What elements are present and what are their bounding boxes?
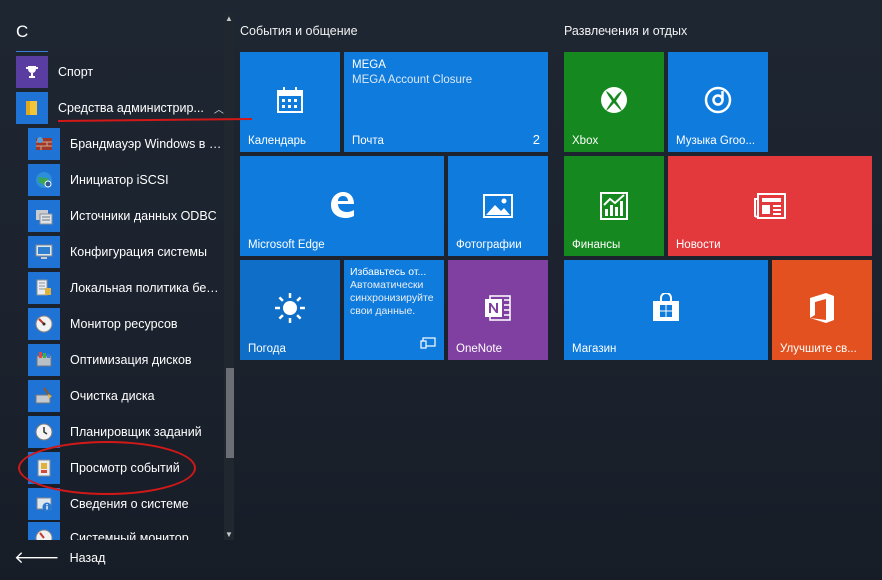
app-label: Очистка диска bbox=[70, 389, 155, 403]
letter-underline bbox=[16, 51, 48, 52]
tile-label: Финансы bbox=[572, 239, 621, 251]
group-title-social[interactable]: События и общение bbox=[240, 24, 358, 38]
firewall-icon bbox=[28, 128, 60, 160]
list-scrollbar[interactable] bbox=[224, 14, 234, 540]
tile-mail[interactable]: MEGA MEGA Account Closure Почта 2 bbox=[344, 52, 548, 152]
onenote-icon bbox=[448, 288, 548, 328]
scrollbar-thumb[interactable] bbox=[226, 368, 234, 458]
tile-store[interactable]: Магазин bbox=[564, 260, 768, 360]
mail-subject: MEGA Account Closure bbox=[352, 74, 473, 86]
trophy-icon bbox=[16, 56, 48, 88]
tile-label: Магазин bbox=[572, 343, 617, 355]
tile-label: Музыка Groo... bbox=[676, 135, 756, 147]
back-button[interactable]: 🡐 Назад bbox=[14, 548, 105, 568]
sun-icon bbox=[240, 288, 340, 328]
photos-icon bbox=[448, 186, 548, 226]
mail-sender: MEGA bbox=[352, 59, 386, 71]
tile-label: Microsoft Edge bbox=[248, 239, 325, 251]
app-label: Монитор ресурсов bbox=[70, 317, 178, 331]
store-bag-icon bbox=[564, 288, 768, 328]
scroll-up-icon[interactable]: ▲ bbox=[224, 14, 234, 23]
edge-icon bbox=[240, 184, 444, 224]
app-disk-optimize[interactable]: Оптимизация дисков bbox=[28, 342, 224, 378]
disk-optimize-icon bbox=[28, 344, 60, 376]
tile-calendar[interactable]: Календарь bbox=[240, 52, 340, 152]
back-label: Назад bbox=[69, 551, 106, 565]
tile-sync-notification[interactable]: Избавьтесь от... Автоматически синхрониз… bbox=[344, 260, 444, 360]
tile-label: Почта bbox=[352, 135, 384, 147]
tile-groove-music[interactable]: Музыка Groo... bbox=[668, 52, 768, 152]
arrow-left-icon: 🡐 bbox=[14, 548, 60, 567]
tile-onenote[interactable]: OneNote bbox=[448, 260, 548, 360]
tile-label: Xbox bbox=[572, 135, 599, 147]
app-performance-monitor[interactable]: Системный монитор bbox=[28, 522, 224, 540]
app-label: Системный монитор bbox=[70, 531, 189, 540]
tile-get-office[interactable]: Улучшите св... bbox=[772, 260, 872, 360]
gauge-icon bbox=[28, 308, 60, 340]
app-label: Брандмауэр Windows в ре... bbox=[70, 137, 222, 151]
groove-music-icon bbox=[668, 80, 768, 120]
app-odbc[interactable]: Источники данных ODBC bbox=[28, 198, 224, 234]
tile-xbox[interactable]: Xbox bbox=[564, 52, 664, 152]
newspaper-icon bbox=[668, 186, 872, 226]
tile-label: Новости bbox=[676, 239, 721, 251]
xbox-icon bbox=[564, 80, 664, 120]
info-icon bbox=[28, 488, 60, 520]
monitor-icon bbox=[28, 236, 60, 268]
tile-edge[interactable]: Microsoft Edge bbox=[240, 156, 444, 256]
app-msconfig[interactable]: Конфигурация системы bbox=[28, 234, 224, 270]
app-windows-firewall[interactable]: Брандмауэр Windows в ре... bbox=[28, 126, 224, 162]
app-label: Средства администрир... bbox=[58, 101, 204, 115]
folder-icon bbox=[16, 92, 48, 124]
tile-label: Календарь bbox=[248, 135, 307, 147]
app-iscsi[interactable]: Инициатор iSCSI bbox=[28, 162, 224, 198]
sync-body: Автоматически синхронизируйте свои данны… bbox=[350, 279, 434, 317]
app-sport[interactable]: Спорт bbox=[16, 54, 93, 90]
tile-label: Погода bbox=[248, 343, 286, 355]
app-label: Оптимизация дисков bbox=[70, 353, 192, 367]
tile-news[interactable]: Новости bbox=[668, 156, 872, 256]
sync-text: Избавьтесь от... Автоматически синхрониз… bbox=[350, 266, 442, 318]
office-icon bbox=[772, 288, 872, 328]
security-policy-icon bbox=[28, 272, 60, 304]
globe-icon bbox=[28, 164, 60, 196]
mail-unread-count: 2 bbox=[532, 132, 540, 147]
app-label: Источники данных ODBC bbox=[70, 209, 217, 223]
clock-icon bbox=[28, 416, 60, 448]
tile-label: Фотографии bbox=[456, 239, 522, 251]
annotation-circle bbox=[18, 441, 196, 495]
devices-icon bbox=[420, 336, 436, 354]
app-disk-cleanup[interactable]: Очистка диска bbox=[28, 378, 224, 414]
app-label: Спорт bbox=[58, 65, 94, 79]
chevron-up-icon[interactable]: ︿ bbox=[214, 101, 224, 116]
mail-preview: MEGA MEGA Account Closure bbox=[352, 58, 472, 88]
finance-chart-icon bbox=[564, 186, 664, 226]
app-label: Конфигурация системы bbox=[70, 245, 207, 259]
app-resource-monitor[interactable]: Монитор ресурсов bbox=[28, 306, 224, 342]
database-icon bbox=[28, 200, 60, 232]
letter-header[interactable]: С bbox=[16, 22, 28, 42]
tile-label: OneNote bbox=[456, 343, 503, 355]
tile-photos[interactable]: Фотографии bbox=[448, 156, 548, 256]
tile-finance[interactable]: Финансы bbox=[564, 156, 664, 256]
scroll-down-icon[interactable]: ▼ bbox=[224, 530, 234, 539]
perf-monitor-icon bbox=[28, 522, 60, 540]
group-title-entertainment[interactable]: Развлечения и отдых bbox=[564, 24, 687, 38]
app-local-security-policy[interactable]: Локальная политика безо... bbox=[28, 270, 224, 306]
app-label: Планировщик заданий bbox=[70, 425, 202, 439]
tile-weather[interactable]: Погода bbox=[240, 260, 340, 360]
app-label: Локальная политика безо... bbox=[70, 281, 222, 295]
sync-title: Избавьтесь от... bbox=[350, 266, 427, 278]
tile-label: Улучшите св... bbox=[780, 343, 857, 355]
disk-cleanup-icon bbox=[28, 380, 60, 412]
app-label: Инициатор iSCSI bbox=[70, 173, 169, 187]
app-label: Сведения о системе bbox=[70, 497, 189, 511]
calendar-icon bbox=[240, 80, 340, 120]
